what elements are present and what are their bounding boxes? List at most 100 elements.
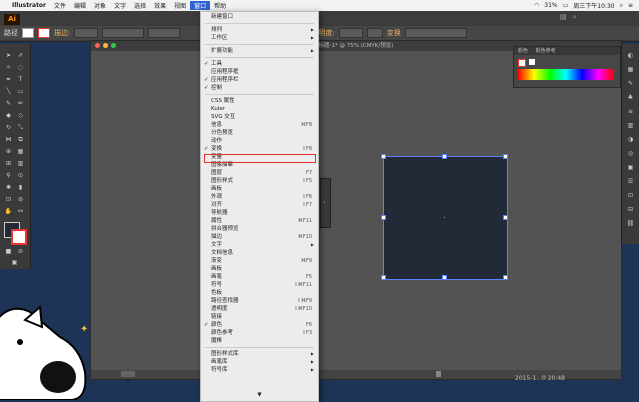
perspective-grid-tool-icon[interactable]: ▦ [16,148,25,155]
rotate-tool-icon[interactable]: ↻ [4,124,13,131]
wifi-icon[interactable]: ◠ [534,2,539,9]
menu-view[interactable]: 视图 [170,1,190,10]
search-icon[interactable]: ⌕ [620,2,623,10]
menu-item[interactable]: 渐变 ⌘F9 [201,257,318,265]
menu-item[interactable]: 动作 [201,137,318,145]
none-mode-icon[interactable]: ⊘ [16,248,25,255]
zoom-field[interactable] [121,371,135,377]
selected-rectangle[interactable] [381,154,508,280]
direct-selection-tool-icon[interactable]: ⇗ [16,52,25,59]
menu-item[interactable]: 属性 ⌘F11 [201,217,318,225]
menu-item[interactable]: 新建窗口 [201,13,318,21]
menu-item[interactable]: ✓ 变换 ⇧F8 [201,145,318,153]
stroke-color-icon[interactable] [11,229,27,245]
opacity-field[interactable] [338,28,363,38]
brush-dropdown[interactable] [148,28,181,38]
transform-link[interactable]: 变换 [387,28,401,38]
menu-item[interactable]: 色板 [201,289,318,297]
align-buttons[interactable] [404,28,467,38]
stroke-weight-field[interactable] [74,28,99,38]
paintbrush-tool-icon[interactable]: ✎ [4,100,13,107]
menu-item[interactable]: 描边 ⌘F10 [201,233,318,241]
menu-item[interactable]: ✓ 颜色 F6 [201,321,318,329]
magic-wand-tool-icon[interactable]: ✧ [4,64,13,71]
list-icon[interactable]: ≡ [628,2,633,9]
color-panel-icon[interactable]: ◐ [626,52,635,59]
resize-handle[interactable] [442,275,447,280]
hand-tool-icon[interactable]: ✋ [4,208,13,215]
lasso-tool-icon[interactable]: ◌ [16,64,25,71]
style-dropdown[interactable] [366,28,383,38]
artboard-tool-icon[interactable]: ⊡ [4,196,13,203]
graphic-styles-panel-icon[interactable]: ▣ [626,164,635,171]
expand-arrow-icon[interactable]: ‹ [323,199,325,206]
white-swatch[interactable] [529,59,535,65]
free-transform-tool-icon[interactable]: ⧉ [16,136,25,143]
menu-item[interactable]: 排列 ▶ [201,26,318,34]
menu-item[interactable]: 颜色参考 ⇧F3 [201,329,318,337]
menu-help[interactable]: 帮助 [210,1,230,10]
menu-illustrator[interactable]: Illustrator [8,2,50,9]
slice-tool-icon[interactable]: ⊘ [16,196,25,203]
scale-tool-icon[interactable]: ⤡ [16,124,25,131]
menu-item[interactable]: 文字 ▶ [201,241,318,249]
menu-item[interactable]: 画板 [201,185,318,193]
resize-handle[interactable] [381,275,386,280]
fill-swatch[interactable] [22,28,34,38]
variable-width-dropdown[interactable] [102,28,145,38]
battery-icon[interactable]: ▭ [563,2,569,9]
menu-item[interactable]: 画笔库 ▶ [201,358,318,366]
blob-brush-tool-icon[interactable]: ◆ [4,112,13,119]
menu-item[interactable]: ✓ 控制 [201,84,318,92]
none-swatch-icon[interactable] [518,59,526,67]
workspace-icon[interactable]: ▤ [560,13,567,22]
stroke-swatch[interactable] [38,28,50,38]
blend-tool-icon[interactable]: ⊙ [16,172,25,179]
resize-handle[interactable] [381,154,386,159]
search-icon[interactable]: ⌕ [573,13,577,22]
selection-tool-icon[interactable]: ➤ [4,52,13,59]
zoom-tool-icon[interactable]: ⚯ [16,208,25,215]
stroke-panel-icon[interactable]: ≡ [626,108,635,115]
pen-tool-icon[interactable]: ✒ [4,76,13,83]
tab-color-guide[interactable]: 颜色参考 [536,48,556,54]
menu-item[interactable]: 应用程序框 [201,68,318,76]
menu-item[interactable]: ✓ 应用程序栏 [201,76,318,84]
menu-item[interactable]: SVG 交互 [201,113,318,121]
resize-handle[interactable] [503,275,508,280]
menu-item[interactable]: 图形样式 ⇧F5 [201,177,318,185]
menu-item[interactable]: 对齐 ⇧F7 [201,201,318,209]
menu-item[interactable]: 图层 F7 [201,169,318,177]
color-spectrum[interactable] [518,69,614,80]
symbol-sprayer-tool-icon[interactable]: ✺ [4,184,13,191]
gradient-tool-icon[interactable]: ▥ [16,160,25,167]
brushes-panel-icon[interactable]: ✎ [626,80,635,87]
menu-item[interactable]: 工作区 ▶ [201,34,318,42]
appearance-panel-icon[interactable]: ◎ [626,150,635,157]
menu-edit[interactable]: 编辑 [70,1,90,10]
close-window-icon[interactable] [95,43,100,48]
column-graph-tool-icon[interactable]: ▮ [16,184,25,191]
pencil-tool-icon[interactable]: ✏ [16,100,25,107]
menu-file[interactable]: 文件 [50,1,70,10]
menu-item[interactable]: 魔棒 [201,337,318,345]
menu-effect[interactable]: 效果 [150,1,170,10]
eraser-tool-icon[interactable]: ◇ [16,112,25,119]
menu-item[interactable]: 扩展功能 ▶ [201,47,318,55]
menu-item[interactable]: ✓ 工具 [201,60,318,68]
zoom-window-icon[interactable] [111,43,116,48]
menu-select[interactable]: 选择 [130,1,150,10]
menu-item[interactable]: CSS 属性 [201,97,318,105]
menu-item[interactable]: 符号 ⇧⌘F11 [201,281,318,289]
menu-item[interactable]: 导航器 [201,209,318,217]
rectangle-tool-icon[interactable]: ▭ [16,88,25,95]
minimize-window-icon[interactable] [103,43,108,48]
resize-handle[interactable] [503,154,508,159]
menu-item[interactable]: 图形样式库 ▶ [201,350,318,358]
menu-item[interactable]: 透明度 ⇧⌘F10 [201,305,318,313]
mesh-tool-icon[interactable]: ⊞ [4,160,13,167]
tab-color[interactable]: 颜色 [518,48,528,54]
color-mode-icon[interactable]: ■ [4,248,13,255]
transparency-panel-icon[interactable]: ◑ [626,136,635,143]
line-tool-icon[interactable]: ╲ [4,88,13,95]
